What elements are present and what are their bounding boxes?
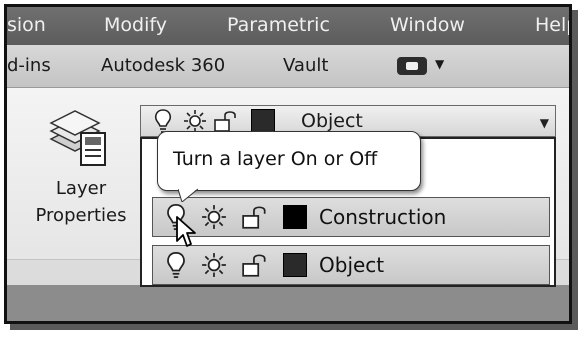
menu-item-modify[interactable]: Modify bbox=[104, 14, 167, 36]
sun-icon[interactable] bbox=[201, 252, 227, 278]
tab-vault[interactable]: Vault bbox=[283, 55, 328, 76]
drawing-area bbox=[7, 285, 569, 321]
layer-row-object[interactable]: Object bbox=[152, 245, 550, 285]
menu-item-help[interactable]: Help bbox=[535, 14, 569, 36]
menu-item-parametric[interactable]: Parametric bbox=[227, 14, 330, 36]
tab-autodesk-360[interactable]: Autodesk 360 bbox=[101, 55, 225, 76]
ribbon-tab-bar: d-ins Autodesk 360 Vault ▼ bbox=[7, 45, 569, 88]
menu-item-dimension[interactable]: sion bbox=[7, 14, 46, 36]
tooltip: Turn a layer On or Off bbox=[157, 131, 421, 202]
sun-icon[interactable] bbox=[183, 109, 207, 133]
layer-properties-label-line2: Properties bbox=[35, 205, 127, 226]
unlock-icon[interactable] bbox=[241, 252, 269, 278]
unlock-icon[interactable] bbox=[213, 109, 239, 133]
frame-shadow bbox=[572, 10, 578, 330]
color-swatch[interactable] bbox=[251, 109, 275, 133]
color-swatch[interactable] bbox=[283, 205, 307, 229]
autocad-window: sion Modify Parametric Window Help d-ins… bbox=[4, 4, 572, 324]
dropdown-arrow-icon[interactable]: ▼ bbox=[540, 116, 549, 130]
tab-add-ins[interactable]: d-ins bbox=[7, 55, 51, 76]
tooltip-pointer bbox=[178, 188, 198, 202]
chevron-down-icon[interactable]: ▼ bbox=[435, 57, 444, 71]
unlock-icon[interactable] bbox=[241, 204, 269, 230]
sun-icon[interactable] bbox=[201, 204, 227, 230]
ribbon-toggle-icon[interactable] bbox=[397, 57, 427, 75]
layer-properties-label-line1: Layer bbox=[55, 178, 107, 199]
layer-row-construction[interactable]: Construction bbox=[152, 197, 550, 237]
frame-shadow bbox=[10, 324, 578, 330]
layer-properties-icon[interactable] bbox=[47, 107, 111, 169]
menu-item-window[interactable]: Window bbox=[390, 14, 465, 36]
layer-properties-button[interactable]: Layer Properties bbox=[23, 175, 139, 229]
mouse-cursor-icon bbox=[176, 216, 196, 247]
menu-bar: sion Modify Parametric Window Help bbox=[7, 7, 569, 45]
layer-name: Construction bbox=[319, 205, 447, 229]
layer-name: Object bbox=[319, 253, 385, 277]
lightbulb-icon[interactable] bbox=[165, 250, 187, 280]
color-swatch[interactable] bbox=[283, 253, 307, 277]
current-layer-label: Object bbox=[301, 110, 363, 132]
tooltip-text: Turn a layer On or Off bbox=[173, 148, 378, 170]
